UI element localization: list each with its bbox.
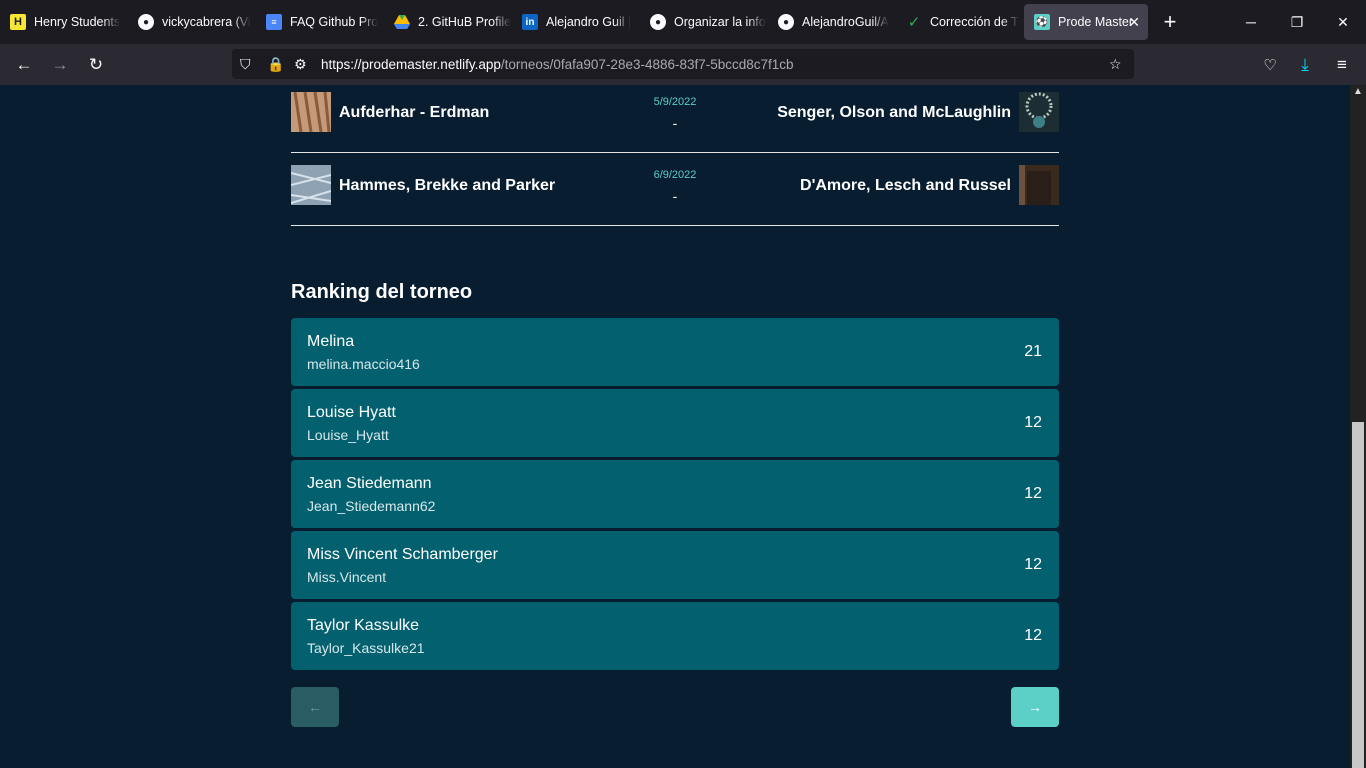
tab-title: Prode Master xyxy=(1058,15,1134,29)
tab-title: AlejandroGuil/A xyxy=(802,15,889,29)
player-points: 12 xyxy=(1024,556,1042,573)
tab-faq-github[interactable]: ≡ FAQ Github Pro xyxy=(256,0,384,44)
forward-icon[interactable]: → xyxy=(48,55,72,75)
menu-icon[interactable]: ≡ xyxy=(1330,55,1354,75)
new-tab-button[interactable]: + xyxy=(1160,9,1180,35)
ranking-item[interactable]: Jean Stiedemann Jean_Stiedemann62 12 xyxy=(291,460,1059,528)
tab-title: FAQ Github Pro xyxy=(290,15,379,29)
tab-title: vickycabrera (Vi xyxy=(162,15,251,29)
player-username: Taylor_Kassulke21 xyxy=(307,640,425,656)
minimize-button[interactable]: ─ xyxy=(1228,0,1274,44)
away-team-name: Senger, Olson and McLaughlin xyxy=(777,104,1011,121)
next-page-button[interactable]: → xyxy=(1011,687,1059,727)
github-icon: ● xyxy=(138,14,154,30)
ranking-title: Ranking del torneo xyxy=(291,281,473,303)
bookmark-star-icon[interactable]: ☆ xyxy=(1109,56,1122,73)
shield-icon[interactable]: ⛉ xyxy=(240,56,251,73)
tab-title: Organizar la info xyxy=(674,15,766,29)
team-image xyxy=(1019,92,1059,132)
url-path: /torneos/0fafa907-28e3-4886-83f7-5bccd8c… xyxy=(500,56,794,72)
player-points: 21 xyxy=(1024,343,1042,360)
previous-page-button[interactable]: ← xyxy=(291,687,339,727)
tab-title: 2. GitHuB Profile xyxy=(418,15,512,29)
back-icon[interactable]: ← xyxy=(12,55,36,75)
tab-prode-master[interactable]: ⚽ Prode Master ✕ xyxy=(1024,4,1148,40)
github-icon: ● xyxy=(778,14,794,30)
tab-github-profile[interactable]: 2. GitHuB Profile xyxy=(384,0,512,44)
player-points: 12 xyxy=(1024,485,1042,502)
player-points: 12 xyxy=(1024,414,1042,431)
ranking-item[interactable]: Louise Hyatt Louise_Hyatt 12 xyxy=(291,389,1059,457)
permissions-icon[interactable]: ⚙ xyxy=(294,56,307,73)
arrow-right-icon: → xyxy=(1028,699,1042,715)
tab-title: Henry Students xyxy=(34,15,121,29)
download-icon[interactable]: ⤓ xyxy=(1293,55,1317,75)
tab-henry-students[interactable]: H Henry Students xyxy=(0,0,128,44)
team-image xyxy=(1019,165,1059,205)
player-name: Jean Stiedemann xyxy=(307,475,432,492)
url-text[interactable]: https://prodemaster.netlify.app/torneos/… xyxy=(321,57,794,72)
scroll-up-arrow-icon[interactable]: ▲ xyxy=(1350,86,1366,100)
arrow-left-icon: ← xyxy=(308,699,322,715)
player-username: melina.maccio416 xyxy=(307,356,420,372)
player-username: Louise_Hyatt xyxy=(307,427,389,443)
github-icon: ● xyxy=(650,14,666,30)
tab-alejandroguil[interactable]: ● AlejandroGuil/A xyxy=(768,0,896,44)
tab-organizar[interactable]: ● Organizar la info xyxy=(640,0,768,44)
match-row: Aufderhar - Erdman 5/9/2022 - Senger, Ol… xyxy=(291,85,1059,153)
lock-icon[interactable]: 🔒 xyxy=(267,56,284,73)
scrollbar-thumb[interactable] xyxy=(1352,422,1364,768)
ranking-item[interactable]: Taylor Kassulke Taylor_Kassulke21 12 xyxy=(291,602,1059,670)
docs-icon: ≡ xyxy=(266,14,282,30)
page-content: Aufderhar - Erdman 5/9/2022 - Senger, Ol… xyxy=(0,85,1350,768)
tab-title: Alejandro Guil | xyxy=(546,15,632,29)
pocket-icon[interactable]: ♡ xyxy=(1258,56,1282,74)
url-host: https://prodemaster.netlify.app xyxy=(321,56,501,72)
player-name: Miss Vincent Schamberger xyxy=(307,546,498,563)
close-window-button[interactable]: ✕ xyxy=(1320,0,1366,44)
close-tab-icon[interactable]: ✕ xyxy=(1128,14,1140,31)
away-team-name: D'Amore, Lesch and Russel xyxy=(800,177,1011,194)
match-row: Hammes, Brekke and Parker 6/9/2022 - D'A… xyxy=(291,154,1059,226)
tab-vickycabrera[interactable]: ● vickycabrera (Vi xyxy=(128,0,256,44)
tab-bar: H Henry Students ● vickycabrera (Vi ≡ FA… xyxy=(0,0,1366,44)
ranking-item[interactable]: Miss Vincent Schamberger Miss.Vincent 12 xyxy=(291,531,1059,599)
address-bar[interactable]: ⛉ 🔒 ⚙ https://prodemaster.netlify.app/to… xyxy=(232,49,1134,79)
drive-icon xyxy=(394,14,410,30)
linkedin-icon: in xyxy=(522,14,538,30)
player-name: Louise Hyatt xyxy=(307,404,396,421)
check-icon: ✓ xyxy=(907,14,921,31)
prode-icon: ⚽ xyxy=(1034,14,1050,30)
reload-icon[interactable]: ↻ xyxy=(84,55,108,75)
player-username: Miss.Vincent xyxy=(307,569,387,585)
restore-button[interactable]: ❐ xyxy=(1274,0,1320,44)
player-points: 12 xyxy=(1024,627,1042,644)
henry-icon: H xyxy=(10,14,26,30)
ranking-item[interactable]: Melina melina.maccio416 21 xyxy=(291,318,1059,386)
tab-linkedin[interactable]: in Alejandro Guil | xyxy=(512,0,640,44)
tab-title: Corrección de T xyxy=(930,15,1019,29)
player-name: Melina xyxy=(307,333,355,350)
player-username: Jean_Stiedemann62 xyxy=(307,498,436,514)
player-name: Taylor Kassulke xyxy=(307,617,420,634)
navigation-bar: ← → ↻ ⛉ 🔒 ⚙ https://prodemaster.netlify.… xyxy=(0,44,1366,85)
tab-correccion[interactable]: ✓ Corrección de T xyxy=(896,0,1024,44)
